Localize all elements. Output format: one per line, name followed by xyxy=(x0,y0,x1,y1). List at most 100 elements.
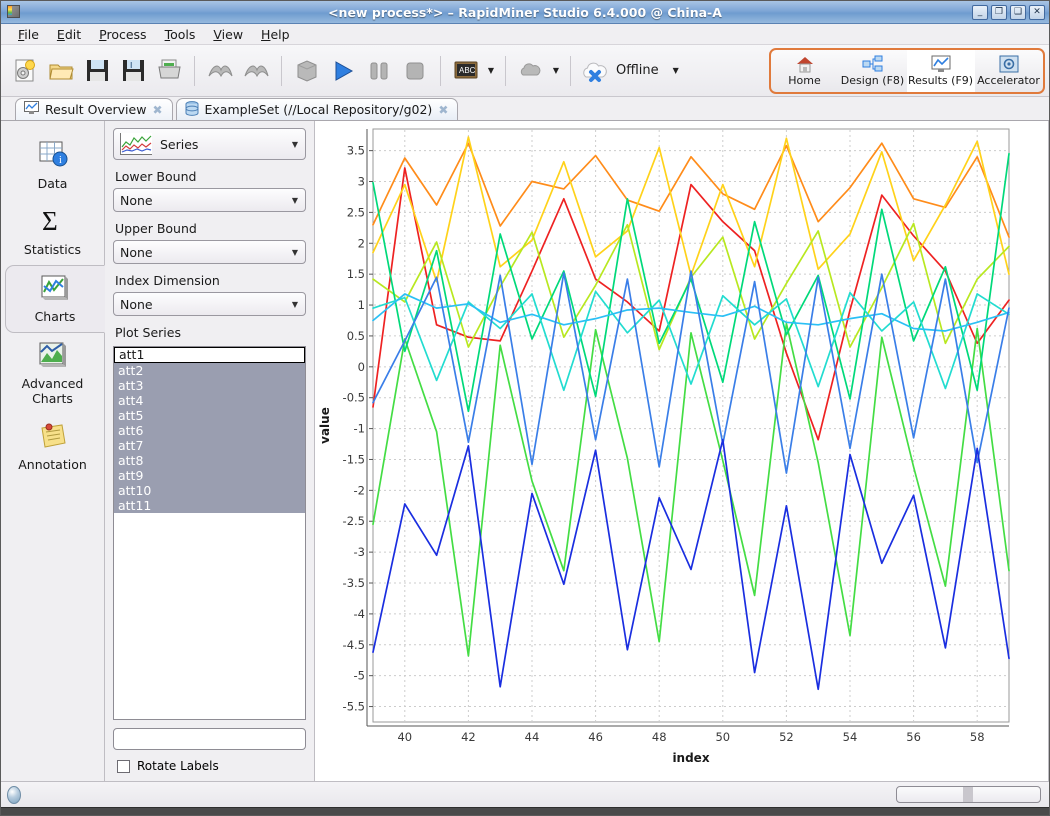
maximize-button[interactable]: ❑ xyxy=(1010,4,1026,20)
chart-controls-panel: Series ▼ Lower Bound None ▼ Upper Bound … xyxy=(105,121,315,781)
x-axis-title: index xyxy=(672,751,709,765)
rail-item-advanced-charts[interactable]: Advanced Charts xyxy=(5,333,101,414)
rail-item-label: Data xyxy=(37,176,68,191)
y-axis-tick-label: -4 xyxy=(354,607,365,621)
abc-dropdown-arrow-icon[interactable]: ▼ xyxy=(484,56,498,86)
window-bottom-edge xyxy=(1,807,1049,815)
offline-cloud-icon[interactable] xyxy=(579,54,611,88)
list-item[interactable]: att2 xyxy=(114,363,305,378)
chevron-down-icon[interactable]: ▼ xyxy=(292,140,301,149)
y-axis-tick-label: -2.5 xyxy=(343,514,365,528)
perspective-results-f9[interactable]: Results (F9) xyxy=(907,50,975,92)
save-as-icon[interactable]: I xyxy=(116,54,150,88)
lower-bound-value: None xyxy=(120,192,153,208)
main-body: i Data Σ Statistics Charts Advanced Charts Ann… xyxy=(1,121,1049,781)
rail-item-statistics[interactable]: Σ Statistics xyxy=(5,199,101,265)
upper-bound-combo[interactable]: None ▼ xyxy=(113,240,306,264)
status-bar xyxy=(1,781,1049,807)
restore-button[interactable]: ❐ xyxy=(991,4,1007,20)
tab-exampleset[interactable]: ExampleSet (//Local Repository/g02) ✖ xyxy=(175,98,459,120)
abc-validate-icon[interactable]: ABC xyxy=(449,54,483,88)
minimize-button[interactable]: _ xyxy=(972,4,988,20)
undo-icon[interactable] xyxy=(203,54,237,88)
print-icon[interactable] xyxy=(152,54,186,88)
perspective-home[interactable]: Home xyxy=(771,50,839,92)
save-icon[interactable] xyxy=(80,54,114,88)
list-item[interactable]: att4 xyxy=(114,393,305,408)
lower-bound-combo[interactable]: None ▼ xyxy=(113,188,306,212)
y-axis-tick-label: 0.5 xyxy=(347,329,365,343)
list-item[interactable]: att10 xyxy=(114,483,305,498)
process-icon[interactable] xyxy=(290,54,324,88)
rail-item-charts[interactable]: Charts xyxy=(5,265,105,333)
perspective-accelerator[interactable]: Accelerator xyxy=(975,50,1043,92)
x-axis-tick-label: 46 xyxy=(588,730,603,744)
y-axis-tick-label: 1 xyxy=(358,298,365,312)
y-axis-tick-label: 3.5 xyxy=(347,144,365,158)
perspective-label: Results (F9) xyxy=(907,74,974,87)
memory-usage-bar[interactable] xyxy=(896,786,1041,803)
rail-item-data[interactable]: i Data xyxy=(5,133,101,199)
list-item[interactable]: att6 xyxy=(114,423,305,438)
menu-item-process[interactable]: Process xyxy=(90,25,155,44)
plot-series-list[interactable]: att1 att2 att3 att4 att5 att6 att7 att8 att9 att1… xyxy=(113,346,306,720)
design-icon xyxy=(862,55,884,73)
chevron-down-icon[interactable]: ▼ xyxy=(292,248,301,257)
rail-item-annotation[interactable]: Annotation xyxy=(5,414,101,480)
close-icon[interactable]: ✖ xyxy=(152,103,162,117)
index-dimension-combo[interactable]: None ▼ xyxy=(113,292,306,316)
rail-item-label: Advanced Charts xyxy=(21,376,84,406)
connection-dropdown-arrow-icon[interactable]: ▼ xyxy=(669,56,683,86)
run-icon[interactable] xyxy=(326,54,360,88)
list-item[interactable]: att1 xyxy=(114,347,305,363)
rail-item-label: Annotation xyxy=(18,457,87,472)
pause-icon[interactable] xyxy=(362,54,396,88)
x-axis-tick-label: 54 xyxy=(843,730,858,744)
rail-item-label: Statistics xyxy=(23,242,82,257)
redo-icon[interactable] xyxy=(239,54,273,88)
index-dimension-value: None xyxy=(120,296,153,312)
chart-type-combo[interactable]: Series ▼ xyxy=(113,128,306,160)
series-chart-panel[interactable]: 3.5 3 2.5 2 1.5 1 0.5 0 -0.5 -1 -1.5 -2 -2.5 -3 -3.5 -4… xyxy=(315,121,1049,781)
list-item[interactable]: att3 xyxy=(114,378,305,393)
list-item[interactable]: att7 xyxy=(114,438,305,453)
perspective-design-f8[interactable]: Design (F8) xyxy=(839,50,907,92)
rail-item-label: Charts xyxy=(34,309,76,324)
y-axis-tick-label: 2 xyxy=(358,236,365,250)
svg-text:ABC: ABC xyxy=(459,66,476,75)
svg-text:Σ: Σ xyxy=(42,206,58,234)
menu-bar: File Edit Process Tools View Help xyxy=(1,24,1049,45)
menu-item-file[interactable]: File xyxy=(9,25,48,44)
status-indicator-icon xyxy=(7,785,21,804)
results-chart-icon xyxy=(931,55,951,73)
perspective-label: Design (F8) xyxy=(840,74,905,87)
rotate-labels-label: Rotate Labels xyxy=(137,759,219,773)
y-axis-tick-label: 1.5 xyxy=(347,267,365,281)
rotate-labels-checkbox[interactable] xyxy=(117,759,130,773)
open-process-icon[interactable] xyxy=(44,54,78,88)
menu-item-tools[interactable]: Tools xyxy=(156,25,205,44)
share-dropdown-arrow-icon[interactable]: ▼ xyxy=(549,56,563,86)
list-item[interactable]: att5 xyxy=(114,408,305,423)
list-item[interactable]: att8 xyxy=(114,453,305,468)
list-item[interactable]: att9 xyxy=(114,468,305,483)
y-axis-tick-label: -3 xyxy=(354,545,365,559)
accelerator-gear-icon xyxy=(999,55,1019,73)
series-filter-input[interactable] xyxy=(113,728,306,750)
list-item[interactable]: att11 xyxy=(114,498,305,513)
menu-item-help[interactable]: Help xyxy=(252,25,299,44)
tab-result[interactable]: Result Overview ✖ xyxy=(15,98,173,120)
menu-item-view[interactable]: View xyxy=(204,25,252,44)
chevron-down-icon[interactable]: ▼ xyxy=(292,196,301,205)
cloud-share-icon[interactable] xyxy=(514,54,548,88)
new-process-icon[interactable] xyxy=(8,54,42,88)
close-button[interactable]: ✕ xyxy=(1029,4,1045,20)
close-icon[interactable]: ✖ xyxy=(438,103,448,117)
chevron-down-icon[interactable]: ▼ xyxy=(292,300,301,309)
rotate-labels-row[interactable]: Rotate Labels xyxy=(117,759,306,773)
chart-canvas: 3.5 3 2.5 2 1.5 1 0.5 0 -0.5 -1 -1.5 -2 -2.5 -3 -3.5 -4… xyxy=(318,128,1010,765)
stop-icon[interactable] xyxy=(398,54,432,88)
title-bar: <new process*> – RapidMiner Studio 6.4.0… xyxy=(1,1,1049,24)
data-table-icon: i xyxy=(36,140,70,172)
menu-item-edit[interactable]: Edit xyxy=(48,25,90,44)
